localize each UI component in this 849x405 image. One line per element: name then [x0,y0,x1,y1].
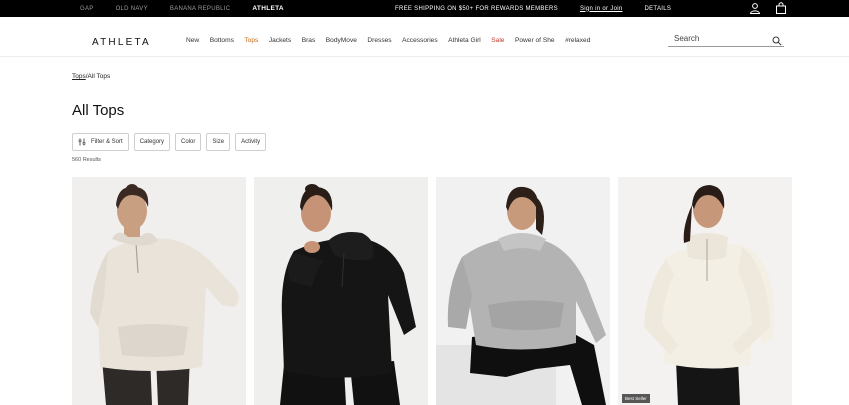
filter-sort-label: Filter & Sort [91,139,123,145]
promo-text: FREE SHIPPING ON $50+ FOR REWARDS MEMBER… [395,5,558,12]
breadcrumb-current: All Tops [87,73,111,80]
page-title: All Tops [72,102,125,119]
sign-in-link[interactable]: Sign in or Join [580,6,623,12]
athleta-logo[interactable]: ATHLETA [92,37,151,48]
nav-athleta-girl[interactable]: Athleta Girl [448,37,481,44]
promo-banner: FREE SHIPPING ON $50+ FOR REWARDS MEMBER… [395,0,671,17]
filter-bar: Filter & Sort Category Color Size Activi… [72,133,267,151]
breadcrumb-tops[interactable]: Tops [72,73,86,80]
nav-new[interactable]: New [186,37,199,44]
filter-sort-button[interactable]: Filter & Sort [72,133,129,151]
product-image [72,177,246,405]
search-input[interactable] [674,32,764,44]
nav-sale[interactable]: Sale [491,37,504,44]
main-nav: ATHLETA New Bottoms Tops Jackets Bras Bo… [0,17,849,57]
filter-size[interactable]: Size [206,133,231,151]
breadcrumb: Tops/All Tops [72,73,110,80]
nav-tops[interactable]: Tops [244,37,258,44]
search-box [668,30,784,47]
nav-bras[interactable]: Bras [302,37,316,44]
brand-banana-republic[interactable]: BANANA REPUBLIC [170,6,231,12]
product-image [254,177,428,405]
filter-color[interactable]: Color [175,133,202,151]
brand-gap[interactable]: GAP [80,6,94,12]
product-grid: Best Seller [72,177,792,405]
brand-old-navy[interactable]: OLD NAVY [116,6,148,12]
best-seller-badge: Best Seller [622,394,650,403]
search-icon[interactable] [772,33,782,46]
bag-icon[interactable] [775,2,787,14]
nav-bottoms[interactable]: Bottoms [210,37,234,44]
product-card[interactable] [72,177,246,405]
nav-accessories[interactable]: Accessories [402,37,438,44]
nav-relaxed[interactable]: #relaxed [565,37,590,44]
details-link[interactable]: DETAILS [644,6,671,12]
brand-switcher: GAP OLD NAVY BANANA REPUBLIC ATHLETA [80,0,306,17]
brand-bar: GAP OLD NAVY BANANA REPUBLIC ATHLETA FRE… [0,0,849,17]
product-card[interactable] [436,177,610,405]
product-image [436,177,610,405]
filter-category[interactable]: Category [133,133,171,151]
nav-links: New Bottoms Tops Jackets Bras BodyMove D… [186,37,601,44]
product-card[interactable]: Best Seller [618,177,792,405]
product-card[interactable] [254,177,428,405]
filter-activity[interactable]: Activity [235,133,267,151]
account-icon[interactable] [749,2,761,14]
nav-dresses[interactable]: Dresses [367,37,391,44]
nav-power-of-she[interactable]: Power of She [515,37,555,44]
results-count: 560 Results [72,157,102,163]
filter-icon [78,138,86,146]
brand-athleta[interactable]: ATHLETA [252,5,283,12]
nav-jackets[interactable]: Jackets [269,37,291,44]
top-icons [749,2,787,14]
nav-bodymove[interactable]: BodyMove [326,37,357,44]
product-image [618,177,792,405]
